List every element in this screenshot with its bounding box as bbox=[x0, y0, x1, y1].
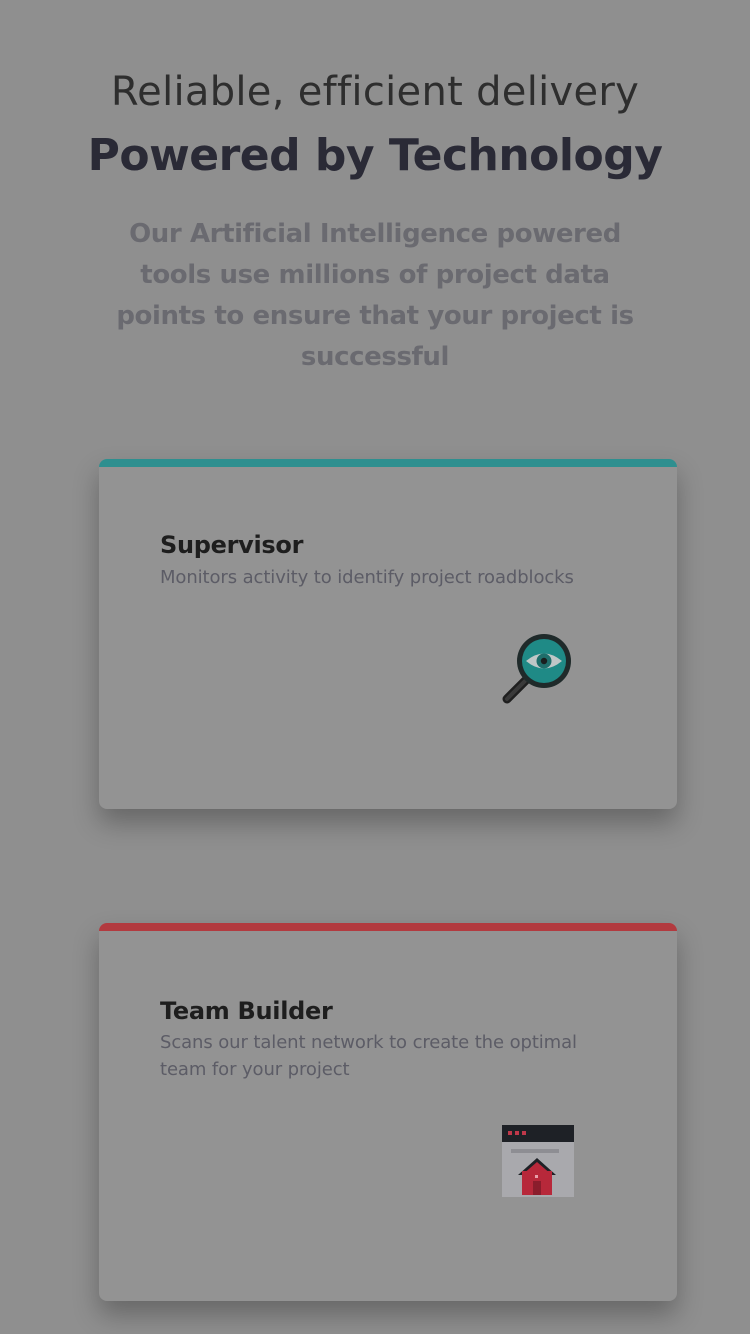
page: Reliable, efficient delivery Powered by … bbox=[0, 0, 750, 1334]
hero-subtext: Our Artificial Intelligence powered tool… bbox=[116, 219, 634, 372]
hero-headline: Powered by Technology bbox=[87, 130, 663, 181]
card-accent-bar bbox=[99, 459, 677, 467]
card-accent-bar bbox=[99, 923, 677, 931]
team-builder-card[interactable]: Team Builder Scans our talent network to… bbox=[99, 923, 677, 1301]
card-description: Scans our talent network to create the o… bbox=[160, 1032, 577, 1080]
card-title: Team Builder bbox=[160, 997, 333, 1025]
browser-home-icon bbox=[499, 1123, 575, 1199]
hero-tagline: Reliable, efficient delivery bbox=[110, 69, 640, 115]
card-title: Supervisor bbox=[160, 531, 304, 559]
card-description: Monitors activity to identify project ro… bbox=[160, 567, 574, 588]
magnifier-eye-icon bbox=[499, 631, 575, 707]
supervisor-card[interactable]: Supervisor Monitors activity to identify… bbox=[99, 459, 677, 809]
